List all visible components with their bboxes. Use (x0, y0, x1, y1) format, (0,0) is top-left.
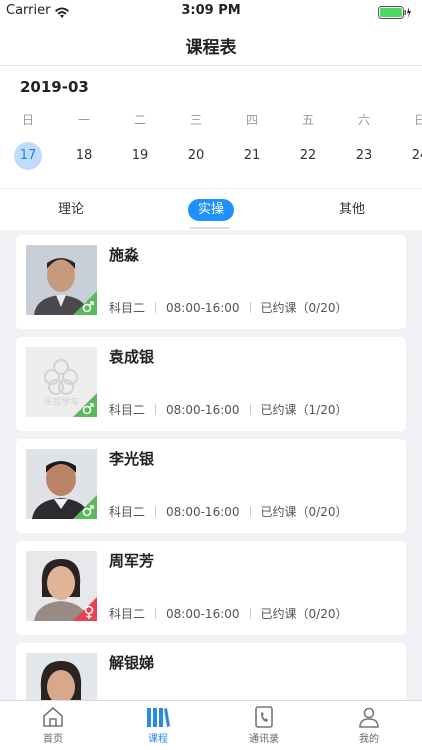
tabbar-mine[interactable]: 我的 (339, 705, 399, 745)
weekday-label: 四 (245, 113, 258, 127)
time-range: 08:00-16:00 (166, 505, 240, 519)
category-tabs: 理论 实操 其他 (0, 188, 422, 230)
bottom-tab-bar: 首页 课程 通讯录 我的 (0, 700, 422, 750)
books-icon (128, 705, 188, 729)
coach-name: 施淼 (109, 246, 140, 264)
battery-icon (378, 4, 412, 23)
booking-count: 已约课（1/20） (260, 403, 348, 417)
weekday-row: 日 一 二 三 四 五 六 日 (0, 111, 422, 131)
subject-label: 科目二 (109, 403, 146, 417)
tab-other[interactable]: 其他 (339, 199, 365, 221)
weekday-label: 二 (133, 113, 146, 127)
calendar-month: 2019-03 (20, 78, 89, 96)
coach-name: 解银娣 (109, 654, 155, 672)
weekday-label: 日 (413, 113, 422, 127)
coach-name: 李光银 (109, 450, 155, 468)
weekday-label: 五 (301, 113, 314, 127)
coach-photo (26, 449, 97, 519)
subject-label: 科目二 (109, 607, 146, 621)
date-17-selected[interactable]: 17 (14, 142, 42, 170)
coach-card[interactable]: 李光银 科目二 08:00-16:00 已约课（0/20） (16, 439, 406, 533)
time-range: 08:00-16:00 (166, 607, 240, 621)
coach-meta: 科目二 08:00-16:00 已约课（0/20） (109, 503, 347, 520)
date-row: 17 18 19 20 21 22 23 24 (0, 142, 422, 170)
weekday-label: 日 (21, 113, 34, 127)
tab-theory[interactable]: 理论 (58, 199, 84, 221)
subject-label: 科目二 (109, 505, 146, 519)
female-icon (73, 597, 97, 621)
coach-name: 袁成银 (109, 348, 155, 366)
weekday-label: 三 (189, 113, 202, 127)
date-19[interactable]: 19 (126, 142, 154, 170)
tab-practice[interactable]: 实操 (188, 199, 235, 221)
clock: 3:09 PM (181, 3, 241, 18)
user-icon (339, 705, 399, 729)
home-icon (23, 705, 83, 729)
male-icon (73, 495, 97, 519)
tabbar-contacts[interactable]: 通讯录 (234, 705, 294, 745)
coach-photo (26, 245, 97, 315)
page-title: 课程表 (185, 38, 237, 58)
coach-list[interactable]: 施淼 科目二 08:00-16:00 已约课（0/20） 乐驾学车 袁成银 科目二 0… (0, 230, 422, 700)
tabbar-label: 课程 (148, 734, 168, 745)
date-23[interactable]: 23 (350, 142, 378, 170)
date-21[interactable]: 21 (238, 142, 266, 170)
male-icon (73, 393, 97, 417)
coach-meta: 科目二 08:00-16:00 已约课（0/20） (109, 605, 347, 622)
male-icon (73, 291, 97, 315)
coach-card[interactable]: 施淼 科目二 08:00-16:00 已约课（0/20） (16, 235, 406, 329)
week-calendar: 2019-03 日 一 二 三 四 五 六 日 17 18 19 20 21 2… (0, 66, 422, 188)
status-bar: Carrier 3:09 PM (0, 0, 422, 22)
date-18[interactable]: 18 (70, 142, 98, 170)
weekday-label: 一 (77, 113, 90, 127)
coach-card[interactable]: 乐驾学车 袁成银 科目二 08:00-16:00 已约课（1/20） (16, 337, 406, 431)
coach-card[interactable]: 周军芳 科目二 08:00-16:00 已约课（0/20） (16, 541, 406, 635)
tabbar-label: 首页 (43, 734, 63, 745)
time-range: 08:00-16:00 (166, 301, 240, 315)
tab-indicator (190, 227, 230, 229)
coach-photo (26, 653, 97, 700)
coach-card[interactable]: 解银娣 (16, 643, 406, 700)
coach-meta: 科目二 08:00-16:00 已约课（1/20） (109, 401, 347, 418)
booking-count: 已约课（0/20） (260, 301, 348, 315)
subject-label: 科目二 (109, 301, 146, 315)
date-22[interactable]: 22 (294, 142, 322, 170)
coach-photo (26, 551, 97, 621)
time-range: 08:00-16:00 (166, 403, 240, 417)
weekday-label: 六 (357, 113, 370, 127)
booking-count: 已约课（0/20） (260, 505, 348, 519)
placeholder-avatar: 乐驾学车 (26, 347, 97, 417)
tabbar-label: 我的 (359, 734, 379, 745)
contacts-phone-icon (234, 705, 294, 729)
coach-name: 周军芳 (109, 552, 155, 570)
tabbar-label: 通讯录 (249, 734, 279, 745)
coach-meta: 科目二 08:00-16:00 已约课（0/20） (109, 299, 347, 316)
date-20[interactable]: 20 (182, 142, 210, 170)
tabbar-courses[interactable]: 课程 (128, 705, 188, 745)
date-24[interactable]: 24 (406, 142, 422, 170)
booking-count: 已约课（0/20） (260, 607, 348, 621)
nav-bar: 课程表 (0, 22, 422, 66)
tabbar-home[interactable]: 首页 (23, 705, 83, 745)
